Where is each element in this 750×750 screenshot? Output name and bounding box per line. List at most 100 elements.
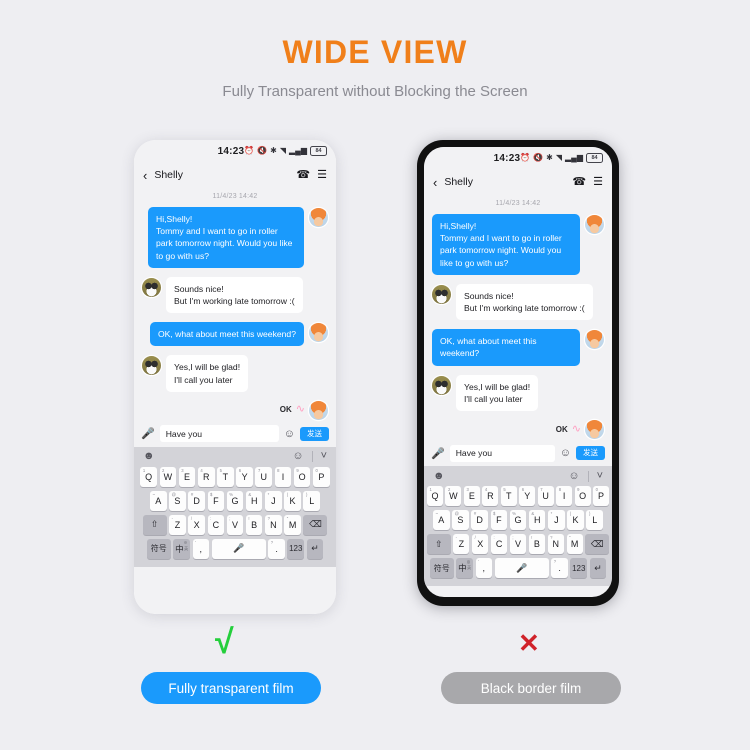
key-a[interactable]: ~ A bbox=[149, 490, 167, 511]
send-button[interactable]: 发送 bbox=[300, 427, 329, 441]
emoji-smiley-icon[interactable]: ☺ bbox=[568, 470, 579, 482]
key-y[interactable]: 6Y bbox=[236, 466, 253, 487]
key-g[interactable]: % G bbox=[509, 510, 527, 531]
microphone-icon: 🎤 bbox=[233, 543, 245, 554]
emoji-smiley-icon[interactable]: ☺ bbox=[560, 447, 571, 459]
chevron-left-icon[interactable]: ‹ bbox=[433, 176, 437, 189]
key-d[interactable]: # D bbox=[188, 490, 205, 511]
key-k[interactable]: (K bbox=[284, 490, 301, 511]
hamburger-menu-icon[interactable]: ☰ bbox=[593, 176, 603, 188]
key-z[interactable]: -Z bbox=[453, 534, 470, 555]
send-button[interactable]: 发送 bbox=[576, 446, 605, 460]
key-w[interactable]: 2W bbox=[159, 466, 177, 487]
key-l[interactable]: ) L bbox=[303, 490, 321, 511]
key-m[interactable]: " M bbox=[566, 534, 583, 555]
key-s[interactable]: @ S bbox=[452, 510, 469, 531]
key-o[interactable]: 9O bbox=[293, 466, 311, 487]
numeric-key[interactable]: 123 bbox=[570, 558, 588, 579]
sticker-ok-label: OK bbox=[555, 424, 568, 434]
keyboard-row-4: 符号 中英 ', 🎤 ?. 123 ↵ bbox=[134, 538, 336, 559]
key-g[interactable]: % G bbox=[226, 490, 244, 511]
key-h[interactable]: & H bbox=[528, 510, 546, 531]
shift-key[interactable]: ⇧ bbox=[427, 534, 451, 555]
key-h[interactable]: & H bbox=[245, 490, 263, 511]
dog-avatar bbox=[142, 277, 161, 297]
key-o[interactable]: 9O bbox=[574, 486, 591, 507]
chevron-down-icon[interactable]: ˅ bbox=[321, 451, 327, 462]
chevron-down-icon[interactable]: ˅ bbox=[597, 470, 603, 482]
language-key[interactable]: 中英 bbox=[456, 558, 473, 579]
key-f[interactable]: $ F bbox=[490, 510, 508, 531]
key-i[interactable]: 8I bbox=[556, 486, 573, 507]
key-q[interactable]: 1Q bbox=[140, 466, 157, 487]
message-input[interactable]: Have you bbox=[449, 444, 555, 462]
emoji-smiley-icon[interactable]: ☺ bbox=[284, 428, 295, 440]
key-u[interactable]: 7U bbox=[255, 466, 273, 487]
key-m[interactable]: " M bbox=[284, 514, 301, 535]
period-key[interactable]: ?. bbox=[551, 558, 568, 579]
key-p[interactable]: 0P bbox=[313, 466, 330, 487]
space-key[interactable]: 🎤 bbox=[494, 558, 549, 579]
hamburger-menu-icon[interactable]: ☰ bbox=[317, 169, 327, 181]
key-z[interactable]: -Z bbox=[169, 514, 186, 535]
key-e[interactable]: 3E bbox=[463, 486, 480, 507]
key-u[interactable]: 7U bbox=[537, 486, 554, 507]
key-y[interactable]: 6Y bbox=[519, 486, 536, 507]
key-l[interactable]: ) L bbox=[586, 510, 604, 531]
enter-key[interactable]: ↵ bbox=[306, 538, 324, 559]
key-t[interactable]: 5T bbox=[500, 486, 517, 507]
key-c[interactable]: :C bbox=[490, 534, 508, 555]
key-b[interactable]: ! B bbox=[528, 534, 546, 555]
key-n[interactable]: ? N bbox=[547, 534, 564, 555]
squiggle-icon: ∿ bbox=[295, 403, 305, 416]
key-f[interactable]: $ F bbox=[207, 490, 225, 511]
key-k[interactable]: (K bbox=[567, 510, 584, 531]
symbol-key[interactable]: 符号 bbox=[146, 538, 171, 559]
message-bubble-incoming: Yes,I will be glad! I'll call you later bbox=[456, 374, 539, 412]
key-i[interactable]: 8I bbox=[274, 466, 292, 487]
key-r[interactable]: 4R bbox=[197, 466, 215, 487]
message-input[interactable]: Have you bbox=[159, 425, 279, 443]
space-key[interactable]: 🎤 bbox=[211, 538, 266, 559]
key-p[interactable]: 0P bbox=[593, 486, 609, 507]
key-t[interactable]: 5T bbox=[217, 466, 234, 487]
key-j[interactable]: * J bbox=[265, 490, 282, 511]
key-w[interactable]: 2W bbox=[445, 486, 462, 507]
key-v[interactable]: ; V bbox=[226, 514, 244, 535]
symbol-key[interactable]: 符号 bbox=[429, 558, 454, 579]
key-s[interactable]: @ S bbox=[169, 490, 186, 511]
shift-key[interactable]: ⇧ bbox=[142, 514, 167, 535]
backspace-key[interactable]: ⌫ bbox=[303, 514, 328, 535]
key-x[interactable]: / X bbox=[188, 514, 205, 535]
toolbar-divider bbox=[311, 451, 313, 463]
phone-icon[interactable]: ☎ bbox=[296, 169, 310, 181]
key-a[interactable]: ~ A bbox=[432, 510, 450, 531]
microphone-icon: 🎤 bbox=[516, 562, 528, 573]
message-row: OK, what about meet this weekend? bbox=[142, 322, 328, 347]
comma-key[interactable]: ', bbox=[475, 558, 493, 579]
period-key[interactable]: ?. bbox=[268, 538, 285, 559]
key-x[interactable]: / X bbox=[472, 534, 489, 555]
key-e[interactable]: 3E bbox=[178, 466, 196, 487]
sticker-face-icon[interactable]: ☻ bbox=[433, 470, 445, 482]
key-d[interactable]: # D bbox=[471, 510, 488, 531]
label-black-border-film: Black border film bbox=[441, 672, 621, 704]
phone-icon[interactable]: ☎ bbox=[572, 176, 586, 188]
microphone-icon[interactable]: 🎤 bbox=[431, 447, 445, 460]
chevron-left-icon[interactable]: ‹ bbox=[143, 169, 147, 182]
numeric-key[interactable]: 123 bbox=[287, 538, 305, 559]
microphone-icon[interactable]: 🎤 bbox=[141, 427, 155, 440]
comma-key[interactable]: ', bbox=[192, 538, 210, 559]
sticker-face-icon[interactable]: ☻ bbox=[143, 451, 155, 462]
enter-key[interactable]: ↵ bbox=[589, 558, 607, 579]
key-b[interactable]: ! B bbox=[245, 514, 263, 535]
backspace-key[interactable]: ⌫ bbox=[585, 534, 609, 555]
key-v[interactable]: ; V bbox=[509, 534, 527, 555]
key-q[interactable]: 1Q bbox=[427, 486, 443, 507]
emoji-smiley-icon[interactable]: ☺ bbox=[292, 451, 303, 462]
key-c[interactable]: :C bbox=[207, 514, 225, 535]
key-r[interactable]: 4R bbox=[482, 486, 499, 507]
key-n[interactable]: ? N bbox=[265, 514, 282, 535]
key-j[interactable]: * J bbox=[548, 510, 565, 531]
language-key[interactable]: 中英 bbox=[173, 538, 190, 559]
